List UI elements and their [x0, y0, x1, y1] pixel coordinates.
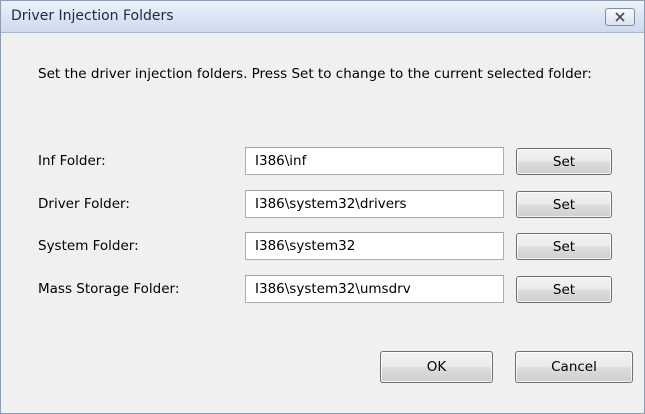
system-folder-set-button[interactable]: Set	[516, 233, 612, 260]
system-folder-input[interactable]	[245, 232, 504, 260]
inf-folder-set-button[interactable]: Set	[516, 148, 612, 175]
close-button[interactable]	[605, 8, 635, 26]
mass-storage-folder-label: Mass Storage Folder:	[38, 281, 180, 297]
driver-injection-folders-dialog: Driver Injection Folders Set the driver …	[0, 0, 645, 414]
driver-folder-set-button[interactable]: Set	[516, 191, 612, 218]
driver-folder-input[interactable]	[245, 190, 504, 218]
inf-folder-label: Inf Folder:	[38, 153, 106, 169]
window-title: Driver Injection Folders	[11, 8, 174, 24]
system-folder-label: System Folder:	[38, 238, 139, 254]
mass-storage-folder-input[interactable]	[245, 275, 504, 303]
ok-button[interactable]: OK	[380, 351, 493, 383]
instructions-text: Set the driver injection folders. Press …	[38, 66, 592, 82]
dialog-body: Set the driver injection folders. Press …	[1, 33, 644, 413]
inf-folder-input[interactable]	[245, 147, 504, 175]
cancel-button[interactable]: Cancel	[515, 351, 633, 383]
close-icon	[614, 12, 626, 22]
mass-storage-folder-set-button[interactable]: Set	[516, 276, 612, 303]
title-bar[interactable]: Driver Injection Folders	[1, 1, 644, 33]
driver-folder-label: Driver Folder:	[38, 196, 130, 212]
